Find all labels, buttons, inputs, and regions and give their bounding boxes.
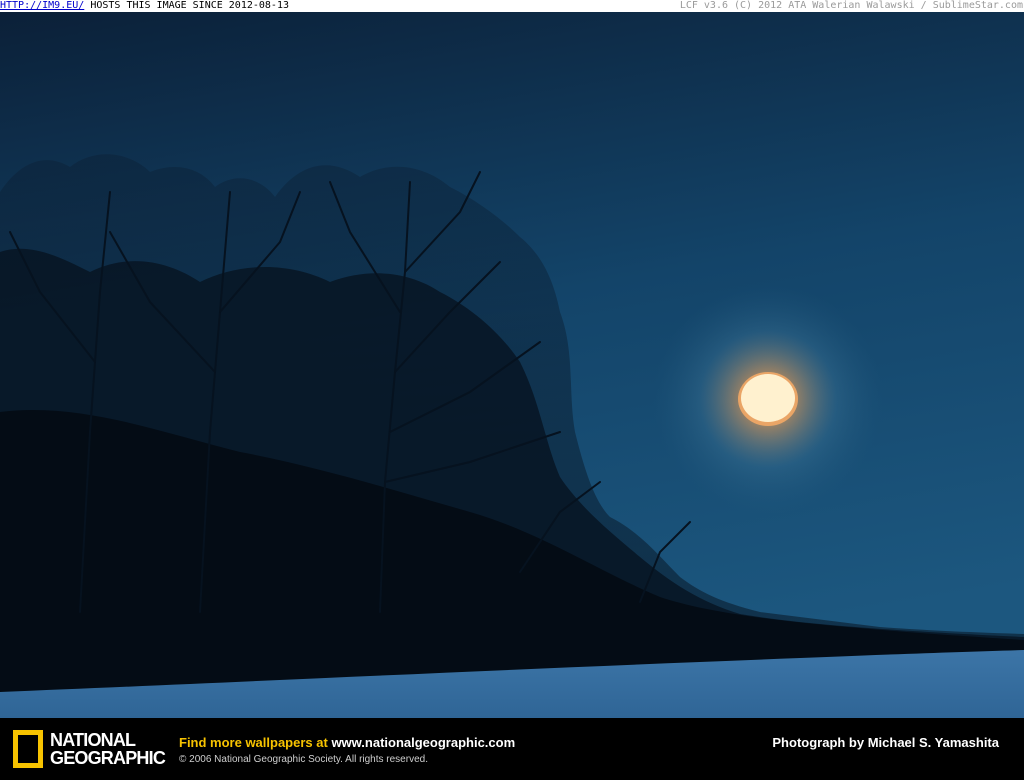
brand-line-1: NATIONAL	[50, 730, 136, 750]
promo-url-link[interactable]: www.nationalgeographic.com	[331, 735, 515, 750]
footer-bar: NATIONAL GEOGRAPHIC Find more wallpapers…	[0, 718, 1024, 780]
host-link[interactable]: HTTP://IM9.EU/	[0, 0, 84, 11]
photo-scene	[0, 12, 1024, 718]
top-info-bar: HTTP://IM9.EU/ HOSTS THIS IMAGE SINCE 20…	[0, 0, 1024, 12]
host-notice-text: HOSTS THIS IMAGE SINCE 2012-08-13	[84, 0, 289, 11]
copyright-notice: LCF v3.6 (C) 2012 ATA Walerian Walawski …	[679, 0, 1023, 11]
brand-line-2: GEOGRAPHIC	[50, 748, 166, 768]
footer-copyright: © 2006 National Geographic Society. All …	[179, 754, 428, 765]
promo-prefix: Find more wallpapers at	[179, 735, 332, 750]
moon	[741, 374, 795, 422]
promo-text: Find more wallpapers at www.nationalgeog…	[179, 735, 515, 750]
night-landscape	[0, 12, 1024, 718]
photo-credit: Photograph by Michael S. Yamashita	[772, 735, 999, 750]
host-notice: HTTP://IM9.EU/ HOSTS THIS IMAGE SINCE 20…	[0, 0, 289, 12]
brand-wordmark: NATIONAL GEOGRAPHIC	[50, 730, 166, 768]
yellow-border-logo-icon	[13, 730, 43, 768]
